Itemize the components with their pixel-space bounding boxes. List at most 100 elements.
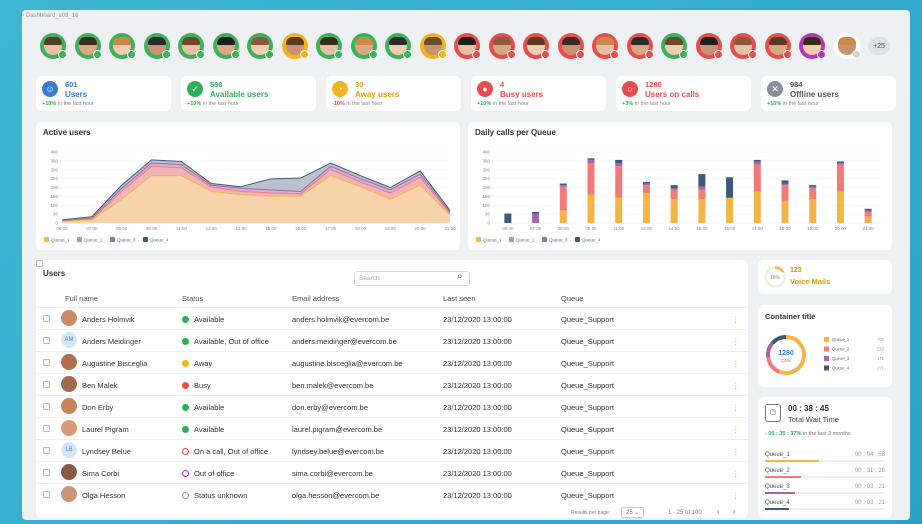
row-checkbox[interactable] xyxy=(43,425,50,432)
voicemails-count: 123 xyxy=(790,267,802,274)
user-avatar[interactable] xyxy=(730,33,757,59)
user-avatar[interactable] xyxy=(454,33,481,59)
bar-Queue_1 xyxy=(587,194,595,223)
table-row[interactable]: Sima Corbi Out of office sima.corbi@everco… xyxy=(36,461,748,483)
avatar-hair xyxy=(458,37,476,45)
user-avatar[interactable] xyxy=(74,33,102,59)
table-row[interactable]: Anders Holmvik Available anders.holmvik@ev… xyxy=(36,307,748,329)
legend-swatch xyxy=(542,237,547,242)
row-checkbox[interactable] xyxy=(43,491,50,498)
more-options-icon[interactable]: ⋮ xyxy=(732,425,740,434)
legend-label: Queue_2 xyxy=(84,238,103,243)
status-dot xyxy=(265,50,274,59)
bar-Queue_1 xyxy=(781,200,789,223)
col-email[interactable]: Email address xyxy=(292,294,340,303)
bar-Queue_2 xyxy=(698,189,706,200)
table-row[interactable]: LB Lyndsey Belue On a call, Out of office l… xyxy=(36,439,748,461)
avatar xyxy=(61,486,77,502)
user-avatar[interactable] xyxy=(661,33,688,59)
user-avatar[interactable] xyxy=(385,33,412,59)
more-options-icon[interactable]: ⋮ xyxy=(732,381,740,390)
row-checkbox[interactable] xyxy=(43,359,50,366)
user-queue: Queue_Support xyxy=(561,469,614,478)
user-avatar[interactable] xyxy=(419,33,447,59)
table-row[interactable]: Don Erby Available don.erby@evercom.be 23/1… xyxy=(36,395,748,417)
table-row[interactable]: Ben Malek Busy ben.malek@evercom.be 23/12/2… xyxy=(36,373,748,395)
select-all-checkbox[interactable] xyxy=(36,260,43,267)
table-row[interactable]: AM Anders Meidinger Available, Out of offi… xyxy=(36,329,748,351)
user-avatar[interactable] xyxy=(143,33,171,59)
bar-Queue_4 xyxy=(781,180,789,184)
more-users-badge[interactable]: +25 xyxy=(868,37,890,55)
bar-Queue_1 xyxy=(670,199,678,223)
user-avatar[interactable] xyxy=(523,33,550,59)
user-avatar[interactable] xyxy=(799,33,826,59)
stat-delta: +10% in the last hour xyxy=(477,101,529,107)
table-row[interactable]: Laurel Pigram Available laurel.pigram@ever… xyxy=(36,417,748,439)
prev-page-icon[interactable]: ‹ xyxy=(717,507,720,516)
search-icon[interactable]: ⌕ xyxy=(457,271,463,282)
user-avatar[interactable] xyxy=(626,33,654,59)
bar-Queue_3 xyxy=(836,163,844,165)
x-tick-label: 14:00 xyxy=(235,226,247,231)
status-icon xyxy=(182,338,189,345)
col-queue[interactable]: Queue xyxy=(561,294,584,303)
user-avatar[interactable] xyxy=(316,33,343,59)
row-checkbox[interactable] xyxy=(43,315,50,322)
stat-delta-value: -10% xyxy=(332,101,345,107)
row-checkbox[interactable] xyxy=(43,403,50,410)
user-name: Ben Malek xyxy=(82,381,118,390)
bar-Queue_4 xyxy=(642,181,650,184)
avatar-initials: LB xyxy=(65,447,73,453)
user-avatar[interactable] xyxy=(350,33,378,59)
user-avatar[interactable] xyxy=(40,33,67,59)
status-text: Away xyxy=(194,359,213,368)
stat-value: 30 xyxy=(355,80,364,89)
table-row[interactable]: Augustine Bisceglia Away augustine.biscegl… xyxy=(36,351,748,373)
col-full-name[interactable]: Full name xyxy=(65,294,98,303)
more-options-icon[interactable]: ⋮ xyxy=(732,403,740,412)
stat-card[interactable]: ☺ 601 Users +10% in the last hour xyxy=(36,76,171,111)
row-checkbox[interactable] xyxy=(43,447,50,454)
stat-card[interactable]: ✓ 598 Available users +10% in the last hour xyxy=(181,76,316,111)
x-tick-label: 19:00 xyxy=(807,226,819,231)
voicemails-card: 16% 123 Voice Mails xyxy=(758,260,892,294)
avatar xyxy=(61,310,77,326)
user-avatar[interactable] xyxy=(247,33,274,59)
row-checkbox[interactable] xyxy=(43,381,50,388)
user-avatar[interactable] xyxy=(833,33,861,59)
next-page-icon[interactable]: › xyxy=(733,507,736,516)
col-last-seen[interactable]: Last seen xyxy=(443,294,476,303)
search-input[interactable]: Search xyxy=(354,271,470,286)
user-avatar[interactable] xyxy=(178,33,205,59)
table-row[interactable]: Olga Hesson Status unknown olga.hesson@eve… xyxy=(36,483,748,505)
user-avatar[interactable] xyxy=(281,33,309,59)
avatar-hair xyxy=(527,37,545,45)
user-avatar[interactable] xyxy=(592,33,619,59)
row-checkbox[interactable] xyxy=(43,337,50,344)
user-avatar[interactable] xyxy=(695,33,723,59)
user-status: Available xyxy=(182,425,224,434)
user-name: Laurel Pigram xyxy=(82,425,129,434)
user-avatar[interactable] xyxy=(488,33,516,59)
y-tick-label: 350 xyxy=(50,158,58,163)
user-avatar[interactable] xyxy=(212,33,240,59)
more-options-icon[interactable]: ⋮ xyxy=(732,491,740,500)
stat-card[interactable]: ◔ 30 Away users -10% in the last hour xyxy=(326,76,461,111)
x-tick-label: 07:00 xyxy=(86,226,98,231)
more-options-icon[interactable]: ⋮ xyxy=(732,315,740,324)
more-options-icon[interactable]: ⋮ xyxy=(732,447,740,456)
col-status[interactable]: Status xyxy=(182,294,203,303)
legend-value: 171 xyxy=(877,356,885,361)
stat-card[interactable]: ● 4 Busy users +10% in the last hour xyxy=(471,76,606,111)
rows-per-page-select[interactable]: 25 ⌄ xyxy=(621,507,645,518)
stat-card[interactable]: ✕ 984 Offline users +10% in the last hour xyxy=(761,76,896,111)
user-avatar[interactable] xyxy=(109,33,136,59)
more-options-icon[interactable]: ⋮ xyxy=(732,359,740,368)
row-checkbox[interactable] xyxy=(43,469,50,476)
stat-card[interactable]: ○ 1280 Users on calls +3% in the last hour xyxy=(616,76,751,111)
user-avatar[interactable] xyxy=(557,33,585,59)
more-options-icon[interactable]: ⋮ xyxy=(732,469,740,478)
user-avatar[interactable] xyxy=(764,33,792,59)
more-options-icon[interactable]: ⋮ xyxy=(732,337,740,346)
